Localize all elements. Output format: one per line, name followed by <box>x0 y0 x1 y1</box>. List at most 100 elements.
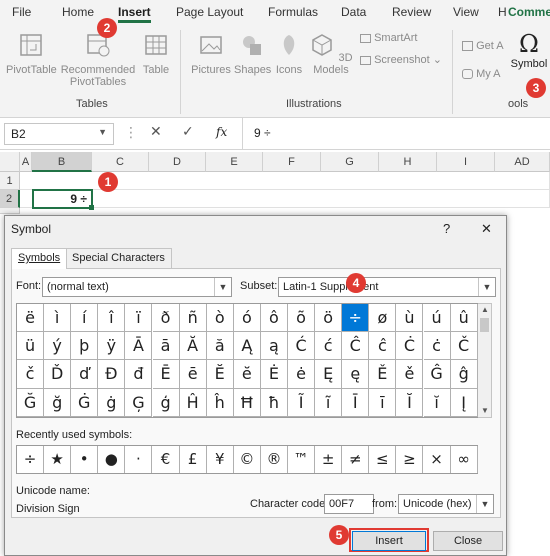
3d-models-button[interactable]: 3D Models <box>308 32 354 76</box>
symbol-cell[interactable]: ē <box>179 360 207 389</box>
insert-function-icon[interactable]: fx <box>216 125 227 139</box>
symbol-cell[interactable]: ě <box>396 360 424 389</box>
recent-symbols[interactable]: ÷ ★ • ● · € £ ¥ © ® ™ ± ≠ ≤ ≥ × ∞ <box>16 445 478 474</box>
symbol-cell[interactable]: þ <box>71 332 99 361</box>
recent-symbol-cell[interactable]: ÷ <box>17 446 45 473</box>
symbol-cell[interactable]: ù <box>396 304 424 333</box>
symbol-cell[interactable]: Ģ <box>125 388 153 417</box>
from-select[interactable]: Unicode (hex) ▼ <box>398 494 494 514</box>
my-addins-button[interactable]: My A <box>462 68 512 80</box>
worksheet-grid[interactable]: A B C D E F G H I AD 1 2 9 ÷ <box>0 152 550 214</box>
row-header-1[interactable]: 1 <box>0 172 20 190</box>
symbol-cell[interactable]: ğ <box>44 388 72 417</box>
symbol-cell[interactable]: õ <box>288 304 316 333</box>
symbol-cell[interactable]: ô <box>260 304 288 333</box>
symbol-cell[interactable]: Ġ <box>71 388 99 417</box>
symbol-cell[interactable]: ý <box>44 332 72 361</box>
symbol-cell[interactable]: ö <box>315 304 343 333</box>
help-icon[interactable]: ? <box>443 221 450 236</box>
symbol-cell[interactable]: Ě <box>369 360 397 389</box>
recent-symbol-cell[interactable]: ∞ <box>451 446 478 473</box>
symbol-cell[interactable]: ĥ <box>206 388 234 417</box>
symbol-cell[interactable]: Ĝ <box>423 360 451 389</box>
column-header-g[interactable]: G <box>321 152 379 172</box>
icons-button[interactable]: Icons <box>272 32 306 76</box>
pictures-button[interactable]: Pictures <box>190 32 232 76</box>
symbol-cell[interactable]: ð <box>152 304 180 333</box>
formula-input[interactable]: 9 ÷ <box>254 126 271 140</box>
symbol-cell[interactable]: î <box>98 304 126 333</box>
symbol-cell[interactable]: ā <box>152 332 180 361</box>
symbol-cell[interactable]: ø <box>369 304 397 333</box>
close-button[interactable]: Close <box>433 531 503 551</box>
table-button[interactable]: Table <box>138 32 174 76</box>
column-header-e[interactable]: E <box>206 152 263 172</box>
get-addins-button[interactable]: Get A <box>462 40 512 52</box>
symbol-cell[interactable]: ÿ <box>98 332 126 361</box>
column-header-f[interactable]: F <box>263 152 321 172</box>
column-header-b[interactable]: B <box>32 152 92 172</box>
tab-formulas[interactable]: Formulas <box>268 5 318 19</box>
symbol-cell[interactable]: Ė <box>260 360 288 389</box>
symbol-cell[interactable]: ħ <box>260 388 288 417</box>
tab-help[interactable]: H <box>498 5 507 19</box>
symbol-cell[interactable]: í <box>71 304 99 333</box>
symbol-cell[interactable]: Ĥ <box>179 388 207 417</box>
symbol-cell[interactable]: Ğ <box>17 388 45 417</box>
symbol-cell[interactable]: ą <box>260 332 288 361</box>
symbol-cell[interactable]: ĕ <box>233 360 261 389</box>
column-header-c[interactable]: C <box>92 152 149 172</box>
symbol-button[interactable]: Ω Symbol <box>508 30 550 70</box>
recent-symbol-cell[interactable]: ≤ <box>369 446 397 473</box>
tab-home[interactable]: Home <box>62 5 94 19</box>
symbol-cell[interactable]: ĭ <box>423 388 451 417</box>
symbol-cell[interactable]: ă <box>206 332 234 361</box>
symbol-cell[interactable]: Ē <box>152 360 180 389</box>
symbol-cell[interactable]: Ĕ <box>206 360 234 389</box>
recent-symbol-cell[interactable]: ≥ <box>396 446 424 473</box>
recent-symbol-cell[interactable]: ± <box>315 446 343 473</box>
column-header-d[interactable]: D <box>149 152 206 172</box>
symbol-cell[interactable]: Ć <box>288 332 316 361</box>
recent-symbol-cell[interactable]: ● <box>98 446 126 473</box>
symbol-cell[interactable]: č <box>17 360 45 389</box>
symbol-cell[interactable]: ĩ <box>315 388 343 417</box>
symbol-cell[interactable]: ġ <box>98 388 126 417</box>
subset-select[interactable]: Latin-1 Supplement ▼ <box>278 277 496 297</box>
symbol-cell[interactable]: ë <box>17 304 45 333</box>
symbol-cell[interactable]: ĝ <box>450 360 478 389</box>
recent-symbol-cell[interactable]: © <box>234 446 261 473</box>
smartart-button[interactable]: SmartArt <box>360 32 444 44</box>
symbol-cell[interactable]: Ď <box>44 360 72 389</box>
symbol-cell[interactable]: Ę <box>315 360 343 389</box>
symbol-cell[interactable]: ü <box>17 332 45 361</box>
symbol-cell[interactable]: Đ <box>98 360 126 389</box>
symbol-cell[interactable]: Ī <box>342 388 370 417</box>
tab-view[interactable]: View <box>453 5 479 19</box>
recommended-pivottables-button[interactable]: Recommended PivotTables <box>60 32 136 88</box>
recent-symbol-cell[interactable]: • <box>71 446 99 473</box>
recent-symbol-cell[interactable]: ★ <box>44 446 72 473</box>
recent-symbol-cell[interactable]: × <box>424 446 451 473</box>
cell-b2[interactable]: 9 ÷ <box>32 189 93 209</box>
symbol-cell[interactable]: Ą <box>233 332 261 361</box>
symbol-cell[interactable]: ė <box>288 360 316 389</box>
symbol-cell[interactable]: ï <box>125 304 153 333</box>
symbol-cell[interactable]: ĉ <box>369 332 397 361</box>
symbol-cell[interactable]: ď <box>71 360 99 389</box>
column-header-i[interactable]: I <box>437 152 495 172</box>
recent-symbol-cell[interactable]: ® <box>261 446 288 473</box>
cancel-icon[interactable]: ✕ <box>150 123 162 140</box>
scroll-down-icon[interactable]: ▼ <box>481 406 489 415</box>
name-box[interactable]: B2 ▼ <box>4 123 114 145</box>
tab-data[interactable]: Data <box>341 5 366 19</box>
symbol-cell[interactable]: ñ <box>179 304 207 333</box>
symbol-cell[interactable]: ÷ <box>342 304 370 333</box>
pivottable-button[interactable]: PivotTable <box>6 32 57 76</box>
recent-symbol-cell[interactable]: £ <box>180 446 207 473</box>
symbol-grid-scrollbar[interactable]: ▲ ▼ <box>478 303 492 418</box>
symbol-cell[interactable]: ú <box>423 304 451 333</box>
scroll-thumb[interactable] <box>480 318 489 332</box>
select-all-corner[interactable] <box>0 152 20 172</box>
row-header-2[interactable]: 2 <box>0 190 20 208</box>
